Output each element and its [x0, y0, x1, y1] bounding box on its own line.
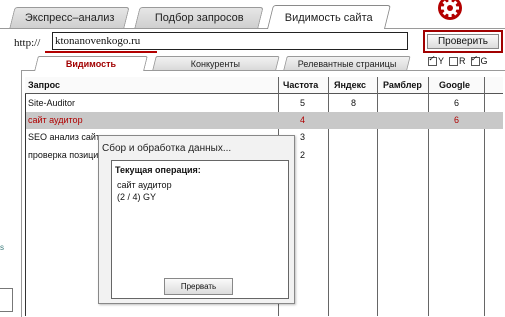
check-button-label: Проверить	[427, 34, 499, 49]
subtab-label: Релевантные страницы	[297, 58, 397, 69]
url-highlight-underline	[45, 51, 157, 53]
tab-query-selection[interactable]: Подбор запросов	[134, 7, 264, 28]
tab-label: Подбор запросов	[154, 12, 244, 24]
cell-query: проверка позиций	[28, 150, 104, 160]
checkbox-label: R	[459, 56, 466, 66]
checkbox-box[interactable]	[470, 54, 480, 67]
col-header-query[interactable]: Запрос	[28, 80, 60, 90]
operation-query: сайт аудитор	[117, 180, 172, 190]
cell-yandex: 8	[351, 98, 357, 108]
current-operation-label: Текущая операция:	[115, 165, 201, 175]
col-header-rambler[interactable]: Рамблер	[383, 80, 422, 90]
gear-icon[interactable]	[436, 0, 464, 22]
cell-query: сайт аудитор	[28, 115, 83, 125]
checkbox-label: G	[480, 56, 488, 66]
cell-frequency: 5	[300, 98, 306, 108]
tab-site-visibility[interactable]: Видимость сайта	[267, 5, 391, 29]
cell-query: SEO анализ сайта	[28, 132, 105, 142]
tab-bar-divider	[0, 28, 505, 29]
subtab-label: Видимость	[65, 59, 116, 69]
checkbox-yandex[interactable]: Y	[428, 54, 445, 67]
cell-google: 6	[454, 98, 460, 108]
engine-filter: Y R G	[428, 54, 488, 67]
tab-label: Видимость сайта	[284, 11, 373, 24]
checkbox-box[interactable]	[449, 57, 459, 67]
abort-button[interactable]: Прервать	[164, 278, 233, 295]
subtab-relevant-pages[interactable]: Релевантные страницы	[283, 56, 411, 70]
url-input[interactable]: ktonanovenkogo.ru	[52, 32, 408, 50]
table-row-selected[interactable]: сайт аудитор 4 6	[26, 112, 503, 129]
tab-express-analysis[interactable]: Экспресс–анализ	[9, 7, 130, 28]
left-edge-box	[0, 288, 13, 312]
checkbox-rambler[interactable]: R	[449, 56, 466, 67]
left-edge-fragment: s	[0, 243, 4, 252]
checkbox-box[interactable]	[428, 54, 437, 67]
tab-label: Экспресс–анализ	[24, 12, 115, 24]
cell-query: Site-Auditor	[28, 98, 76, 108]
cell-frequency: 3	[300, 132, 306, 142]
cell-google: 6	[454, 115, 460, 125]
subtab-label: Конкуренты	[191, 58, 241, 69]
operation-progress: (2 / 4) GY	[117, 192, 157, 202]
col-header-frequency[interactable]: Частота	[283, 80, 318, 90]
table-row[interactable]: Site-Auditor 5 8 6	[26, 95, 503, 112]
col-header-yandex[interactable]: Яндекс	[334, 80, 366, 90]
url-prefix-label: http://	[14, 37, 41, 49]
checkbox-label: Y	[438, 56, 445, 66]
subtab-visibility[interactable]: Видимость	[34, 56, 148, 71]
col-header-google[interactable]: Google	[439, 80, 470, 90]
checkbox-google[interactable]: G	[470, 54, 488, 67]
cell-frequency: 4	[300, 115, 306, 125]
dialog-title: Сбор и обработка данных...	[102, 143, 232, 154]
check-button[interactable]: Проверить	[423, 30, 503, 53]
subtab-competitors[interactable]: Конкуренты	[152, 56, 280, 70]
table-header	[25, 77, 503, 94]
cell-frequency: 2	[300, 150, 306, 160]
